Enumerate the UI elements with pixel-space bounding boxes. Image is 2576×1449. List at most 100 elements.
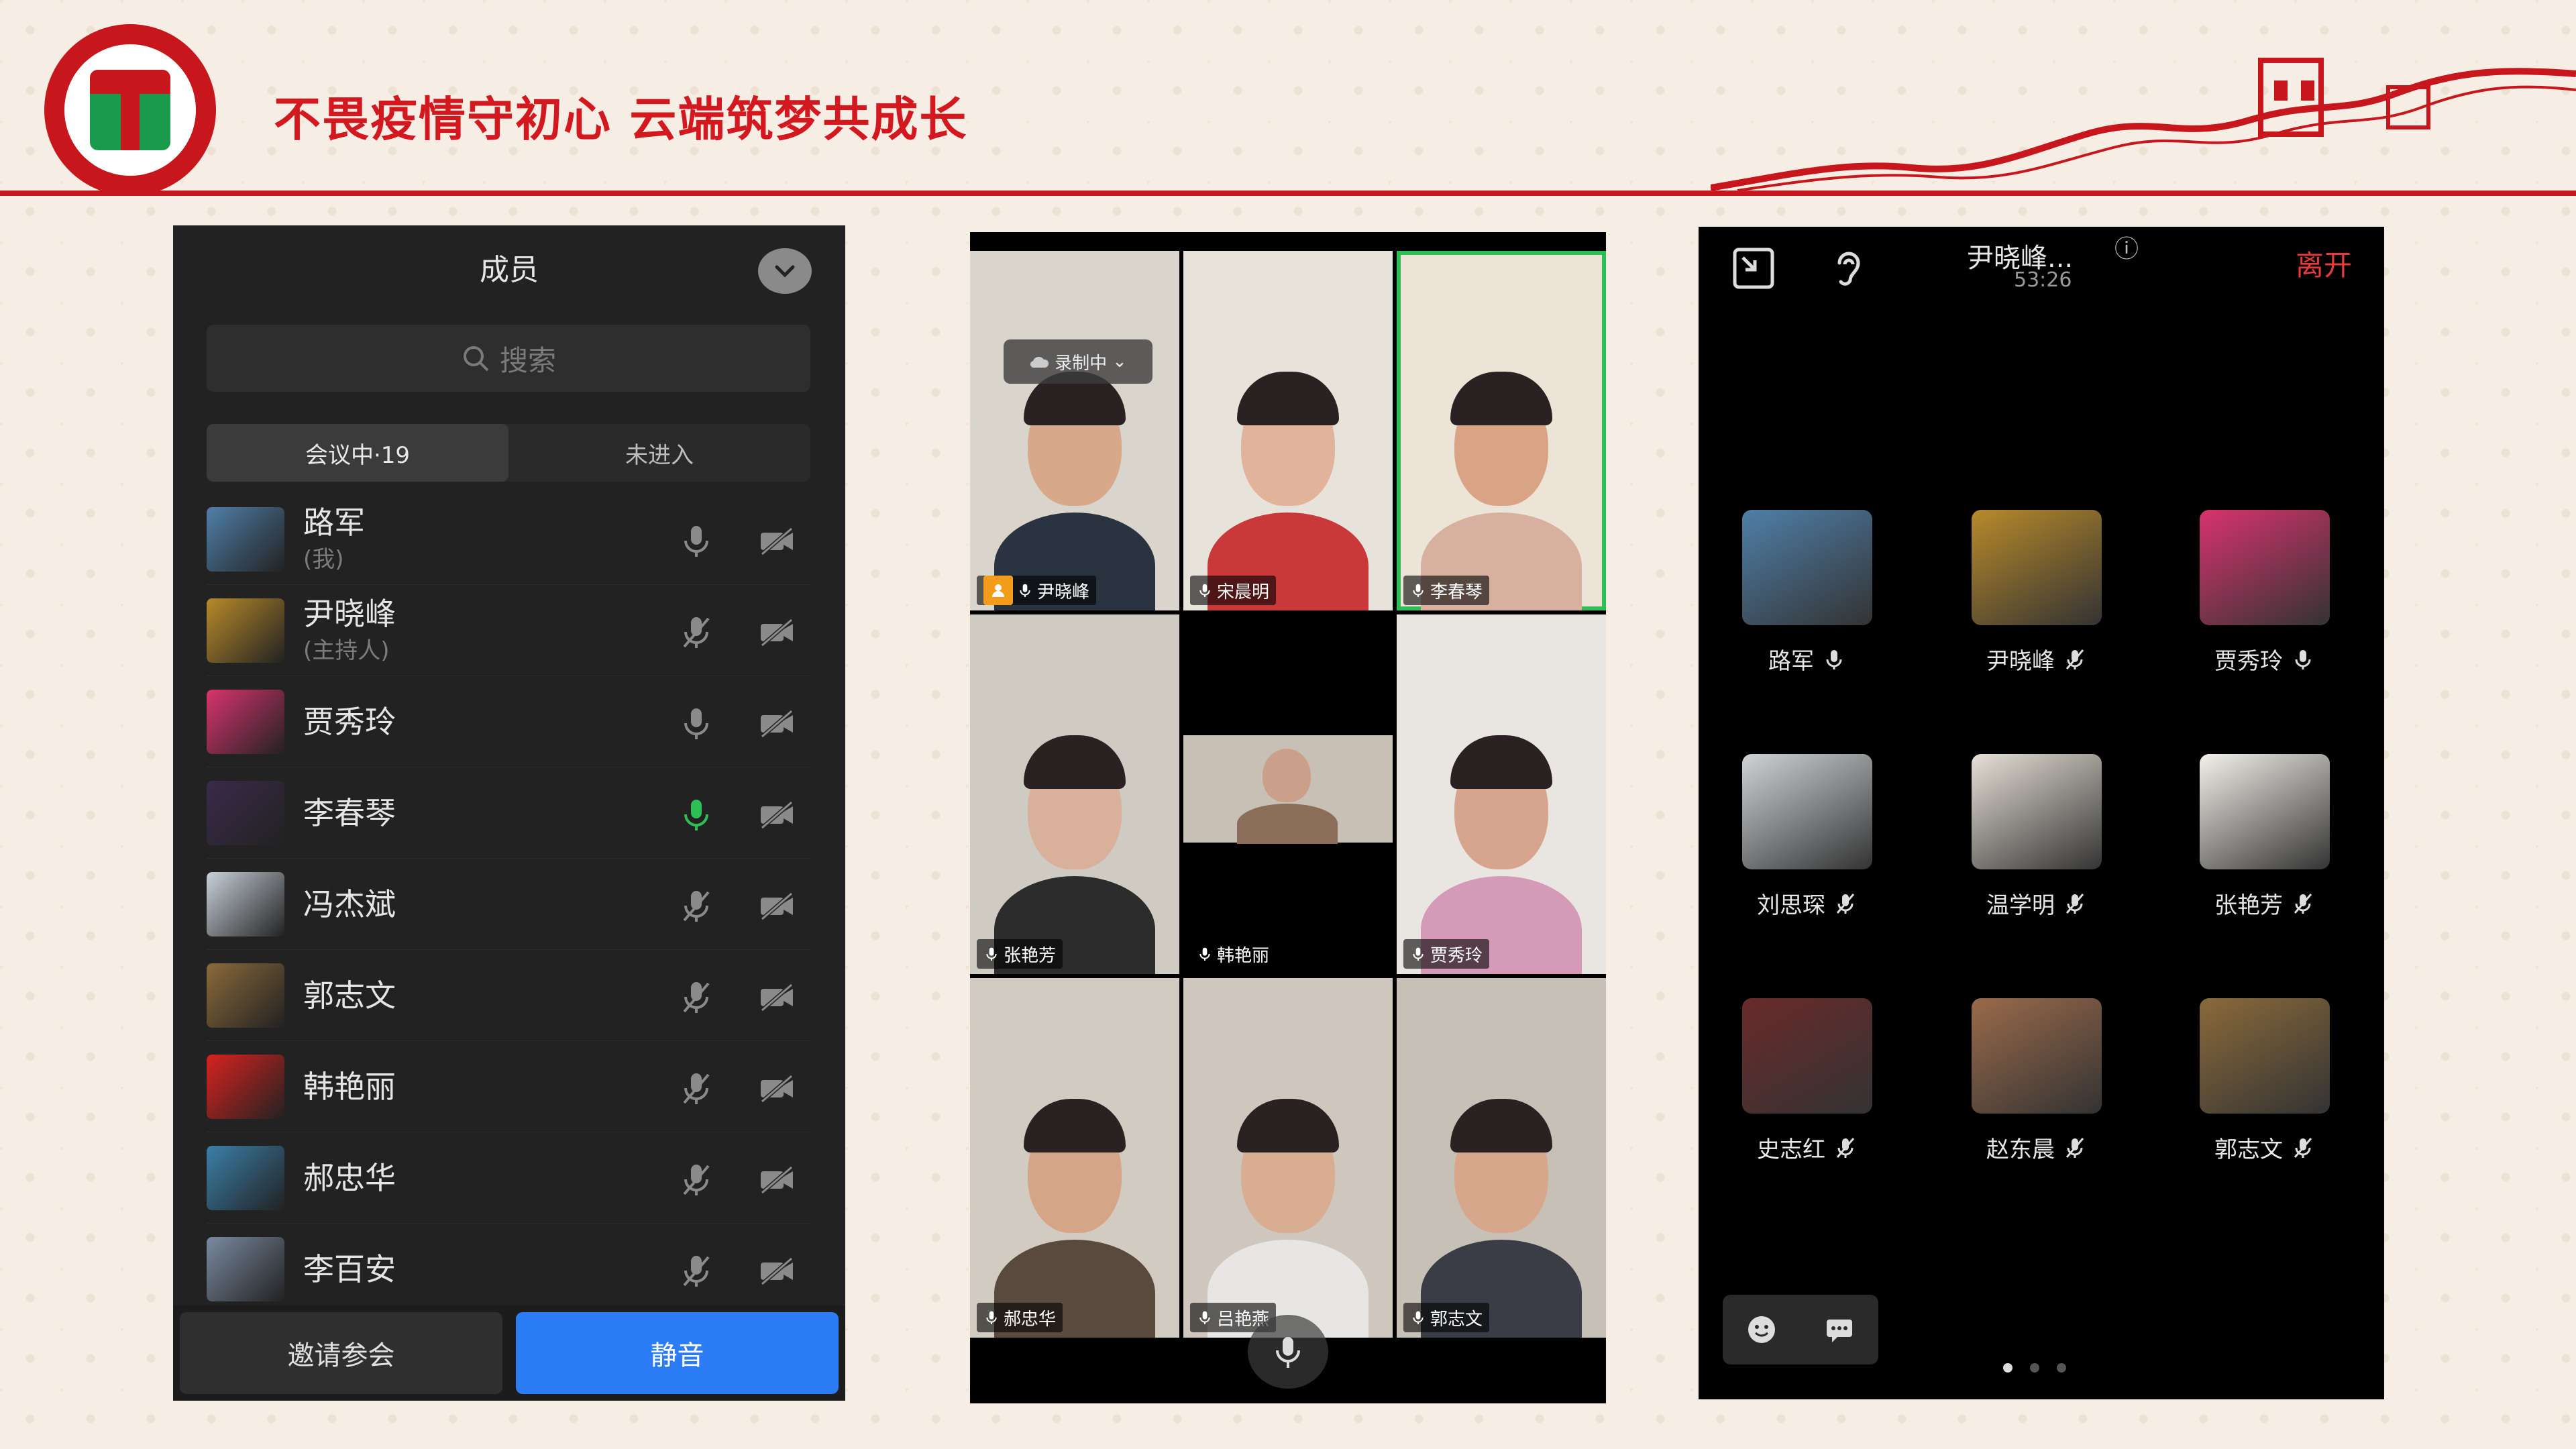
member-mic-toggle[interactable] [676,885,716,928]
member-camera-toggle[interactable] [757,521,797,564]
member-mic-toggle[interactable] [676,1068,716,1111]
member-row[interactable]: 郭志文 [207,950,810,1041]
video-tile[interactable]: 贾秀玲 [1397,614,1606,974]
tab-not-joined[interactable]: 未进入 [508,424,810,482]
participant-name: 路军 [1768,648,1814,675]
member-mic-toggle[interactable] [676,612,716,655]
microphone-icon [1199,947,1210,961]
participant-label: 贾秀玲 [1403,939,1490,969]
member-row[interactable]: 尹晓峰 (主持人) [207,585,810,676]
microphone-muted-icon [2065,893,2084,914]
member-camera-toggle[interactable] [757,612,797,655]
video-grid-panel: 尹晓峰 宋晨明 李春琴张艳芳 韩艳丽 贾秀玲郝忠华 吕艳燕 郭志文 录制中 ⌄ [970,232,1606,1403]
member-row[interactable]: 冯杰斌 [207,859,810,950]
member-row[interactable]: 郝忠华 [207,1132,810,1224]
member-camera-toggle[interactable] [757,1159,797,1202]
video-tile[interactable]: 尹晓峰 [970,251,1179,610]
minimize-window-icon [1733,248,1774,289]
gallery-participant[interactable]: 史志红 [1740,998,1874,1164]
member-name: 李春琴 [303,794,396,831]
leave-button[interactable]: 离开 [2296,243,2352,284]
member-row[interactable]: 贾秀玲 [207,676,810,767]
shrink-window-button[interactable] [1732,247,1775,292]
member-mic-toggle[interactable] [676,1250,716,1293]
page-dot[interactable] [2030,1363,2039,1373]
microphone-muted-icon [1836,1137,1855,1158]
slide-title: 不畏疫情守初心 云端筑梦共成长 [274,92,968,147]
video-tile[interactable]: 韩艳丽 [1183,614,1393,974]
audio-route-button[interactable] [1826,247,1869,292]
member-name: 路军 [303,504,365,541]
gallery-participant[interactable]: 张艳芳 [2198,754,2332,920]
search-input[interactable]: 搜索 [207,325,810,392]
gallery-participant[interactable]: 贾秀玲 [2198,510,2332,676]
member-camera-toggle[interactable] [757,1250,797,1293]
microphone-icon [684,708,708,739]
earpiece-icon [1837,252,1860,286]
avatar [207,780,284,845]
collapse-button[interactable] [758,248,812,294]
avatar [1972,998,2102,1114]
participant-label: 韩艳丽 [1190,939,1277,969]
microphone-muted-icon [683,1256,710,1287]
member-mic-toggle[interactable] [676,1159,716,1202]
recording-badge[interactable]: 录制中 ⌄ [1004,339,1152,384]
member-mic-toggle[interactable] [676,794,716,837]
page-dot[interactable] [2057,1363,2066,1373]
member-row[interactable]: 路军 (我) [207,494,810,585]
gallery-participant[interactable]: 尹晓峰 [1970,510,2104,676]
invite-button[interactable]: 邀请参会 [180,1312,502,1394]
avatar [207,1054,284,1119]
emoji-icon[interactable] [1745,1313,1778,1346]
video-tile[interactable]: 郝忠华 [970,978,1179,1338]
gallery-participant[interactable]: 刘思琛 [1740,754,1874,920]
video-grid: 尹晓峰 宋晨明 李春琴张艳芳 韩艳丽 贾秀玲郝忠华 吕艳燕 郭志文 [970,251,1606,1338]
mic-toggle-button[interactable] [1248,1315,1328,1389]
member-row[interactable]: 李春琴 [207,767,810,859]
member-row[interactable]: 韩艳丽 [207,1041,810,1132]
member-camera-toggle[interactable] [757,977,797,1020]
member-camera-toggle[interactable] [757,794,797,837]
video-tile[interactable]: 李春琴 [1397,251,1606,610]
member-camera-toggle[interactable] [757,703,797,746]
member-camera-toggle[interactable] [757,1068,797,1111]
avatar [1742,754,1872,869]
microphone-icon [1413,584,1424,597]
member-list: 路军 (我) 尹晓峰 (主持人) 贾秀玲李春琴冯杰斌 郭志文 韩艳丽 郝忠华李百安 [207,494,810,1315]
page-dot[interactable] [2003,1363,2012,1373]
school-logo [44,24,216,196]
microphone-icon [1020,584,1030,597]
gallery-participant[interactable]: 郭志文 [2198,998,2332,1164]
video-tile[interactable]: 宋晨明 [1183,251,1393,610]
participant-name: 贾秀玲 [1430,945,1483,966]
gallery-participant[interactable]: 赵东晨 [1970,998,2104,1164]
participant-label: 尹晓峰 [977,576,1097,605]
member-mic-toggle[interactable] [676,703,716,746]
microphone-icon [986,947,997,961]
info-icon[interactable]: ⓘ [2114,229,2139,264]
microphone-muted-icon [2065,649,2084,669]
gallery-participant[interactable]: 路军 [1740,510,1874,676]
mute-all-button[interactable]: 静音 [516,1312,839,1394]
microphone-muted-icon [683,1073,710,1104]
chat-icon[interactable] [1823,1313,1856,1346]
gallery-panel: 尹晓峰... ⓘ 53:26 离开 路军 尹晓峰 贾秀玲 刘思琛 温学明 张艳芳 史志红 赵东… [1699,227,2384,1399]
member-camera-toggle[interactable] [757,885,797,928]
video-tile[interactable]: 张艳芳 [970,614,1179,974]
tab-in-meeting[interactable]: 会议中·19 [207,424,508,482]
participant-name: 李春琴 [1430,582,1483,602]
avatar [207,963,284,1028]
member-name: 尹晓峰 [303,596,396,632]
microphone-icon [2295,649,2311,669]
member-row[interactable]: 李百安 [207,1224,810,1315]
participant-name: 刘思琛 [1757,892,1825,919]
great-wall-icon [1711,58,2576,192]
member-name: 李百安 [303,1250,396,1287]
gallery-participant[interactable]: 温学明 [1970,754,2104,920]
video-tile[interactable]: 郭志文 [1397,978,1606,1338]
member-mic-toggle[interactable] [676,977,716,1020]
microphone-icon [1199,584,1210,597]
member-role: (主持人) [303,637,390,664]
member-mic-toggle[interactable] [676,521,716,564]
video-tile[interactable]: 吕艳燕 [1183,978,1393,1338]
